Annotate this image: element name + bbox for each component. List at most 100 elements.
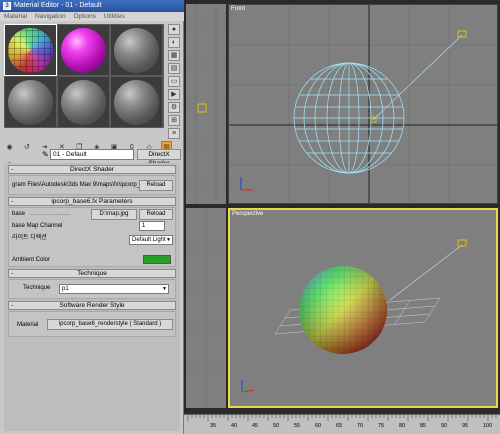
rollout-title: DirectX Shader xyxy=(69,166,115,173)
menu-bar: Material Navigation Options Utilities xyxy=(0,12,184,21)
rollout-software-body: Material ipcorp_base6_renderstyle ( Stan… xyxy=(8,311,176,337)
technique-label: Technique xyxy=(23,285,51,291)
viewport-label-front: Front xyxy=(231,6,246,12)
collapse-icon: - xyxy=(11,302,14,309)
ruler-tick-label: 80 xyxy=(399,423,406,429)
eyedropper-icon[interactable]: ✎ xyxy=(42,150,49,159)
ruler-tick-label: 100 xyxy=(483,423,493,429)
material-type-button[interactable]: DirectX Shader xyxy=(137,149,181,167)
timeline-ruler[interactable]: 35 40 45 50 55 60 65 70 75 80 85 90 95 100 xyxy=(184,414,500,434)
app-icon: 3 xyxy=(3,2,11,10)
sample-sphere xyxy=(61,80,106,125)
rollout-technique-body: Technique p1 ▼ xyxy=(8,279,176,299)
material-name-row: ✎ 01 - Default DirectX Shader xyxy=(4,149,182,167)
material-name-field[interactable]: 01 - Default xyxy=(50,149,134,160)
menu-navigation[interactable]: Navigation xyxy=(35,13,66,20)
rollout-technique-header[interactable]: - Technique xyxy=(8,269,176,278)
side-toolbar: ● ◐ ▦ ▤ ▭ ▶ ⚙ ⊞ ≡ xyxy=(168,24,182,139)
light-direction-label: 라이트 디렉션 xyxy=(12,235,47,241)
viewport-label-perspective: Perspective xyxy=(232,211,264,217)
viewport-perspective[interactable]: Perspective xyxy=(228,208,498,408)
ruler-tick-label: 50 xyxy=(273,423,280,429)
dotted-leader: ......................... xyxy=(29,211,71,217)
viewport-front[interactable]: Front xyxy=(228,4,498,204)
software-material-label: Material xyxy=(17,322,39,328)
make-preview-icon[interactable]: ▶ xyxy=(168,89,180,100)
viewport-top-left[interactable] xyxy=(186,4,226,204)
video-color-check-icon[interactable]: ▭ xyxy=(168,76,180,87)
menu-utilities[interactable]: Utilities xyxy=(104,13,125,20)
shader-path: gram Files\Autodesk\3ds Max 9\maps\fx\ip… xyxy=(12,182,140,188)
viewport-area: Front Perspective xyxy=(184,0,500,434)
viewport-canvas xyxy=(186,208,226,408)
axis-gizmo-icon xyxy=(241,380,255,393)
sample-slots xyxy=(4,24,164,128)
rollout-software-header[interactable]: - Software Render Style xyxy=(8,301,176,310)
sample-sphere xyxy=(61,28,106,73)
sample-type-icon[interactable]: ● xyxy=(168,24,180,35)
material-toolbar: ◉ ↺ ⇥ ✕ ❐ ◈ ▣ 0 ◇ ▥ ⇧ ⇨ xyxy=(4,136,182,169)
sample-sphere xyxy=(114,28,159,73)
collapse-icon: - xyxy=(11,198,14,205)
background-icon[interactable]: ▦ xyxy=(168,50,180,61)
select-by-material-icon[interactable]: ⊞ xyxy=(168,115,180,126)
dropdown-arrow-icon: ▼ xyxy=(162,286,167,292)
rollout-title: Technique xyxy=(77,270,107,277)
ruler-tick-label: 85 xyxy=(420,423,427,429)
options-icon[interactable]: ⚙ xyxy=(168,102,180,113)
window-title: Material Editor - 01 - Default xyxy=(14,2,102,9)
ruler-tick-label: 40 xyxy=(231,423,238,429)
base-map-button[interactable]: D:\map.jpg xyxy=(91,209,137,220)
rollout-panel: - DirectX Shader gram Files\Autodesk\3ds… xyxy=(4,163,180,431)
collapse-icon: - xyxy=(11,270,14,277)
viewport-canvas xyxy=(241,239,467,393)
base-reload-button[interactable]: Reload xyxy=(139,209,173,220)
title-bar[interactable]: 3 Material Editor - 01 - Default xyxy=(0,0,184,12)
sample-slot-1[interactable] xyxy=(4,24,57,76)
menu-options[interactable]: Options xyxy=(73,13,95,20)
dropdown-arrow-icon: ▼ xyxy=(166,237,171,243)
ruler-tick-label: 35 xyxy=(210,423,217,429)
technique-value: p1 xyxy=(62,286,69,292)
channel-spinner[interactable]: 1 xyxy=(139,221,165,231)
rollout-title: Software Render Style xyxy=(59,302,125,309)
menu-material[interactable]: Material xyxy=(4,13,27,20)
ruler-tick-label: 45 xyxy=(252,423,259,429)
backlight-icon[interactable]: ◐ xyxy=(168,37,180,48)
viewport-canvas xyxy=(229,5,497,203)
rollout-directx-body: gram Files\Autodesk\3ds Max 9\maps\fx\ip… xyxy=(8,175,176,195)
uv-tiling-icon[interactable]: ▤ xyxy=(168,63,180,74)
screen: 3 Material Editor - 01 - Default Materia… xyxy=(0,0,500,434)
ruler-tick-label: 55 xyxy=(294,423,301,429)
sample-sphere xyxy=(8,28,53,73)
axis-gizmo-icon xyxy=(240,177,253,191)
ruler-tick-label: 70 xyxy=(357,423,364,429)
sample-sphere xyxy=(8,80,53,125)
sample-slot-4[interactable] xyxy=(5,77,56,127)
sample-sphere xyxy=(114,80,159,125)
collapse-icon: - xyxy=(11,166,14,173)
rollout-title: ipcorp_base6.fx Parameters xyxy=(51,198,133,205)
ruler-tick-label: 75 xyxy=(378,423,385,429)
material-editor-window: 3 Material Editor - 01 - Default Materia… xyxy=(0,0,184,434)
sample-slot-3[interactable] xyxy=(111,25,162,75)
sample-slot-2[interactable] xyxy=(58,25,109,75)
sample-slot-5[interactable] xyxy=(58,77,109,127)
rollout-params-header[interactable]: - ipcorp_base6.fx Parameters xyxy=(8,197,176,206)
light-direction-dropdown[interactable]: Default Light ▼ xyxy=(129,235,173,245)
viewport-bottom-left[interactable] xyxy=(186,208,226,408)
sample-slot-6[interactable] xyxy=(111,77,162,127)
ambient-color-swatch[interactable] xyxy=(143,255,171,264)
ruler-tick-label: 60 xyxy=(315,423,322,429)
rollout-params-body: base ......................... D:\map.jp… xyxy=(8,207,176,267)
ambient-color-label: Ambient Color xyxy=(12,257,51,263)
technique-dropdown[interactable]: p1 ▼ xyxy=(59,284,169,294)
base-label: base xyxy=(12,211,26,217)
shader-reload-button[interactable]: Reload xyxy=(139,180,173,191)
ruler-tick-label: 90 xyxy=(441,423,448,429)
ruler-tick-label: 65 xyxy=(336,423,343,429)
channel-label: base Map Channel xyxy=(12,223,63,229)
light-direction-value: Default Light xyxy=(132,237,166,243)
rollout-directx-header[interactable]: - DirectX Shader xyxy=(8,165,176,174)
software-material-button[interactable]: ipcorp_base6_renderstyle ( Standard ) xyxy=(47,319,173,330)
